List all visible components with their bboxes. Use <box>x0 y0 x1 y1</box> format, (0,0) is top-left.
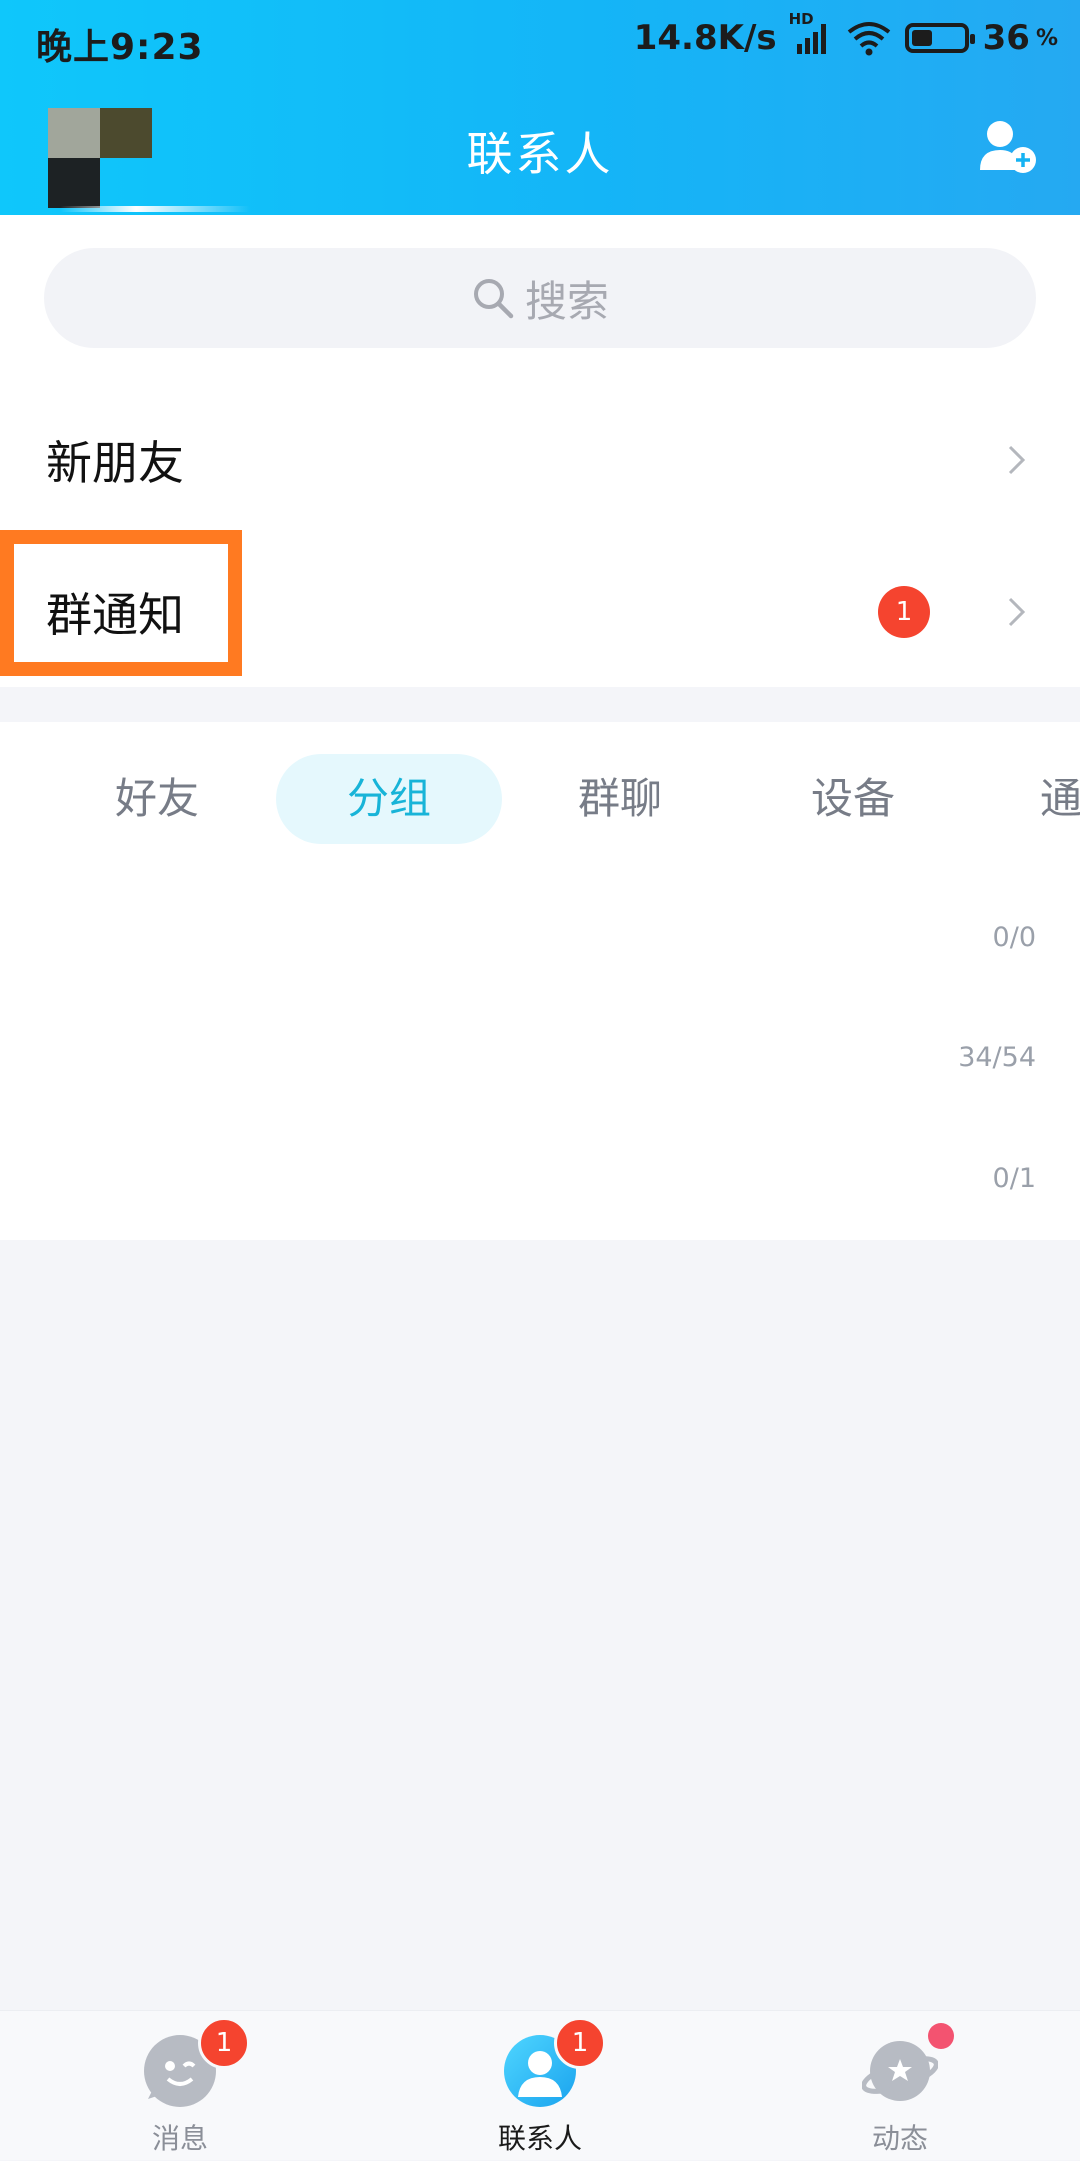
status-time: 晚上9:23 <box>36 27 204 68</box>
header: 晚上9:23 14.8K/s HD 36 % 联系人 <box>0 0 1080 215</box>
bottom-nav: 1 消息 1 联系人 动态 <box>0 2010 1080 2160</box>
group-count-2[interactable]: 34/54 <box>958 1042 1036 1073</box>
avatar-shine <box>60 206 250 212</box>
status-bar: 晚上9:23 14.8K/s HD 36 % <box>0 0 1080 78</box>
moments-dot <box>928 2023 954 2049</box>
new-friends-label: 新朋友 <box>46 436 184 490</box>
planet-icon <box>862 2041 938 2101</box>
search-input[interactable]: 搜索 <box>44 248 1036 348</box>
messages-badge: 1 <box>198 2017 250 2069</box>
page-title: 联系人 <box>466 127 614 181</box>
chevron-right-icon <box>1008 597 1026 627</box>
tab-devices[interactable]: 设备 <box>778 754 928 844</box>
nav-contacts-label: 联系人 <box>497 2122 582 2155</box>
search-section: 搜索 <box>0 215 1080 385</box>
nav-messages-label: 消息 <box>151 2122 208 2155</box>
status-icons: 14.8K/s HD 36 % <box>633 10 1058 62</box>
battery-level: 36 <box>982 18 1030 58</box>
tab-more[interactable]: 通 <box>1040 754 1080 844</box>
search-placeholder: 搜索 <box>524 276 609 326</box>
new-friends-row[interactable]: 新朋友 <box>0 385 1080 535</box>
battery-unit: % <box>1035 25 1058 51</box>
nav-moments[interactable]: 动态 <box>800 2011 1000 2161</box>
hd-label: HD <box>788 10 814 28</box>
add-contact-icon[interactable] <box>978 118 1038 174</box>
battery-icon <box>904 23 975 53</box>
tab-groups[interactable]: 分组 <box>276 754 502 844</box>
tab-group-chats[interactable]: 群聊 <box>545 754 695 844</box>
highlight-box <box>0 530 242 676</box>
wifi-icon <box>847 22 890 56</box>
group-notice-badge: 1 <box>878 586 930 638</box>
contacts-badge: 1 <box>554 2017 606 2069</box>
nav-messages[interactable]: 1 消息 <box>80 2011 280 2161</box>
network-speed: 14.8K/s <box>633 18 777 58</box>
nav-moments-label: 动态 <box>871 2122 928 2155</box>
signal-icon: HD <box>789 10 833 56</box>
group-count-1[interactable]: 0/0 <box>993 922 1036 953</box>
nav-contacts[interactable]: 1 联系人 <box>440 2011 640 2161</box>
tab-bar: 好友 分组 群聊 设备 通 <box>0 754 1080 844</box>
tab-friends[interactable]: 好友 <box>82 754 232 844</box>
group-count-3[interactable]: 0/1 <box>993 1163 1036 1194</box>
chevron-right-icon <box>1008 445 1026 475</box>
search-icon <box>473 279 514 319</box>
contacts-tabs-section: 好友 分组 群聊 设备 通 0/0 34/54 0/1 <box>0 722 1080 1240</box>
